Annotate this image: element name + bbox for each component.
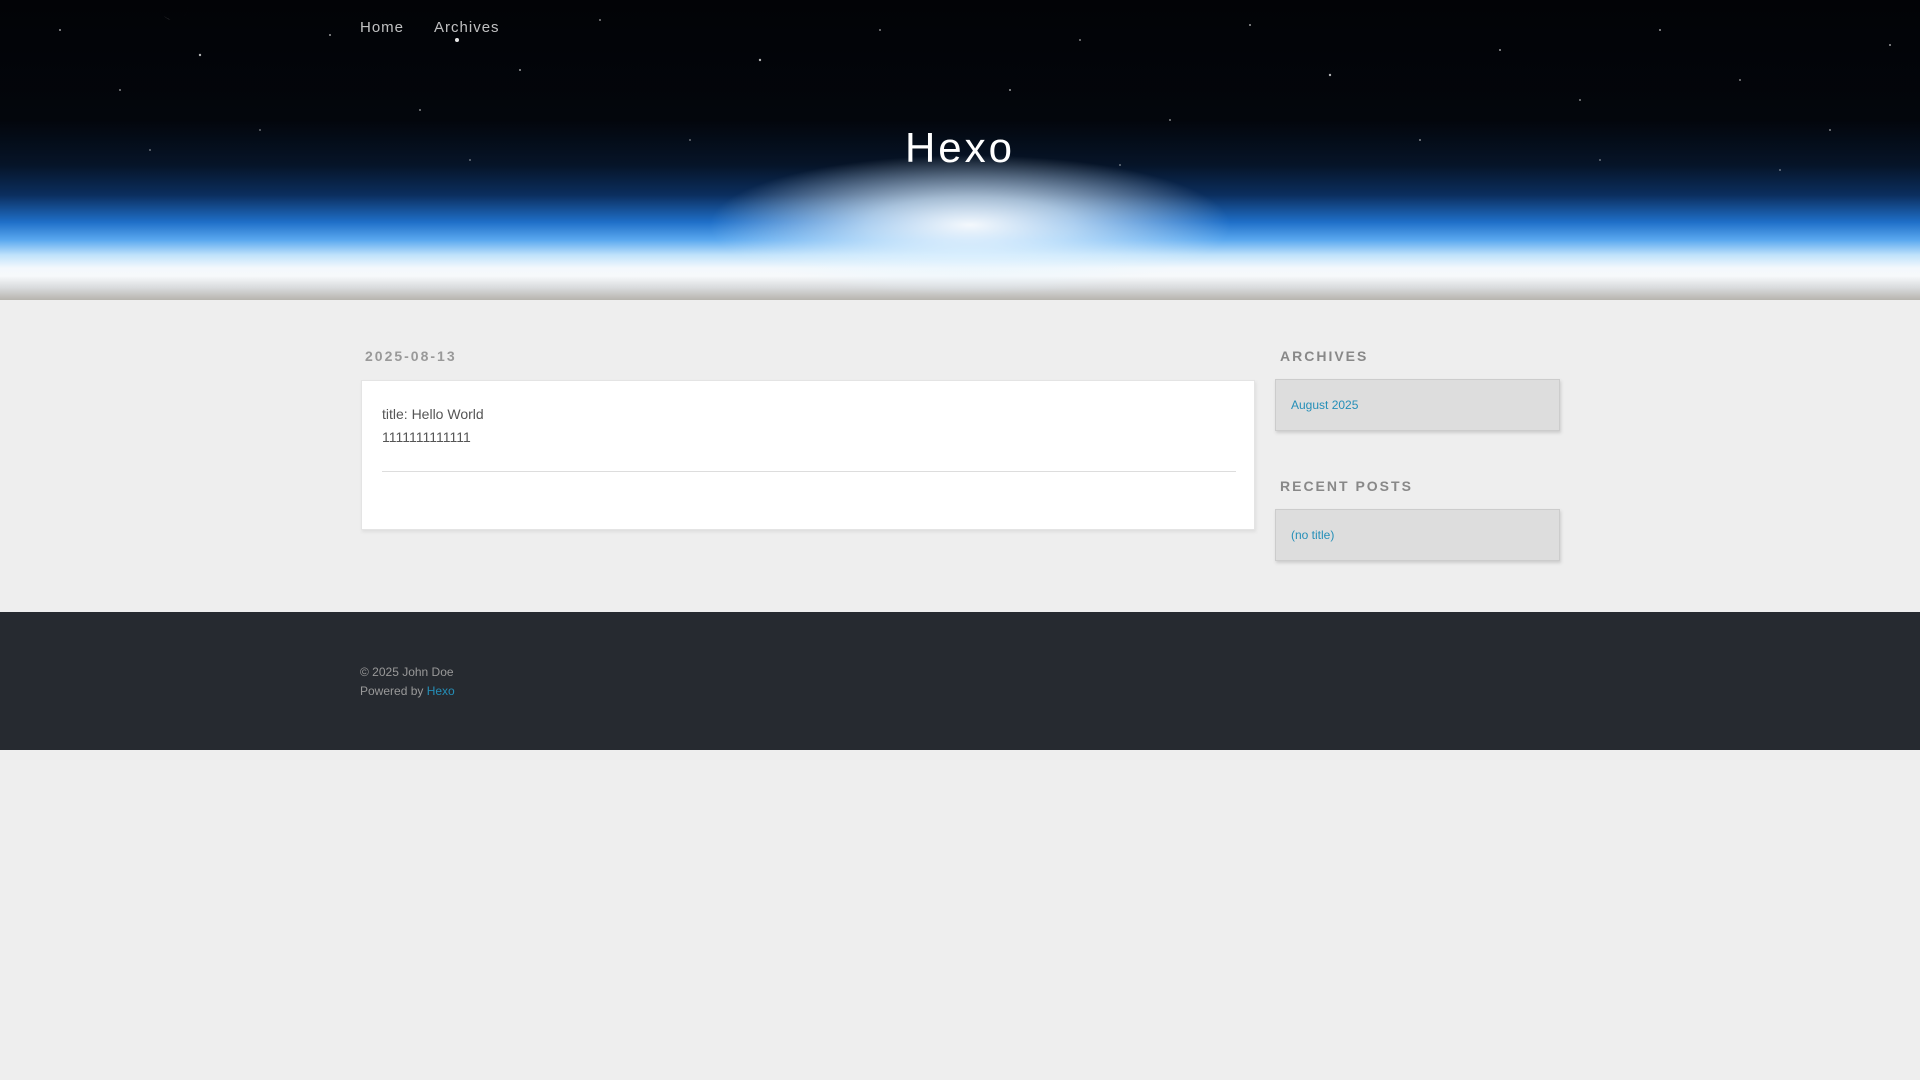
footer-copyright: © 2025 John Doe bbox=[360, 665, 454, 679]
article-footer-divider bbox=[382, 471, 1236, 472]
article-date[interactable]: 2025-08-13 bbox=[365, 348, 457, 364]
archive-link-august-2025[interactable]: August 2025 bbox=[1291, 398, 1358, 412]
archives-widget-title: Archives bbox=[1280, 348, 1369, 364]
site-footer: © 2025 John Doe Powered by Hexo bbox=[0, 612, 1920, 750]
archives-widget: August 2025 bbox=[1275, 379, 1560, 431]
site-banner: Home Archives Hexo bbox=[0, 0, 1920, 300]
nav-home-link[interactable]: Home bbox=[360, 19, 404, 36]
main-nav: Home Archives bbox=[360, 19, 500, 36]
site-title[interactable]: Hexo bbox=[0, 124, 1920, 172]
recent-posts-widget-title: Recent Posts bbox=[1280, 478, 1413, 494]
article-card: title: Hello World 1111111111111 bbox=[361, 380, 1255, 530]
recent-posts-widget: (no title) bbox=[1275, 509, 1560, 561]
article-line-title: title: Hello World bbox=[382, 406, 484, 422]
footer-powered-by: Powered by Hexo bbox=[360, 682, 455, 701]
footer-powered-by-label: Powered by bbox=[360, 684, 424, 698]
nav-archives-link[interactable]: Archives bbox=[434, 19, 500, 36]
footer-info: © 2025 John Doe Powered by Hexo bbox=[360, 663, 455, 701]
recent-post-link[interactable]: (no title) bbox=[1291, 528, 1334, 542]
article-body: title: Hello World 1111111111111 bbox=[382, 403, 484, 449]
footer-hexo-link[interactable]: Hexo bbox=[427, 684, 455, 698]
article-line-content: 1111111111111 bbox=[382, 429, 471, 445]
